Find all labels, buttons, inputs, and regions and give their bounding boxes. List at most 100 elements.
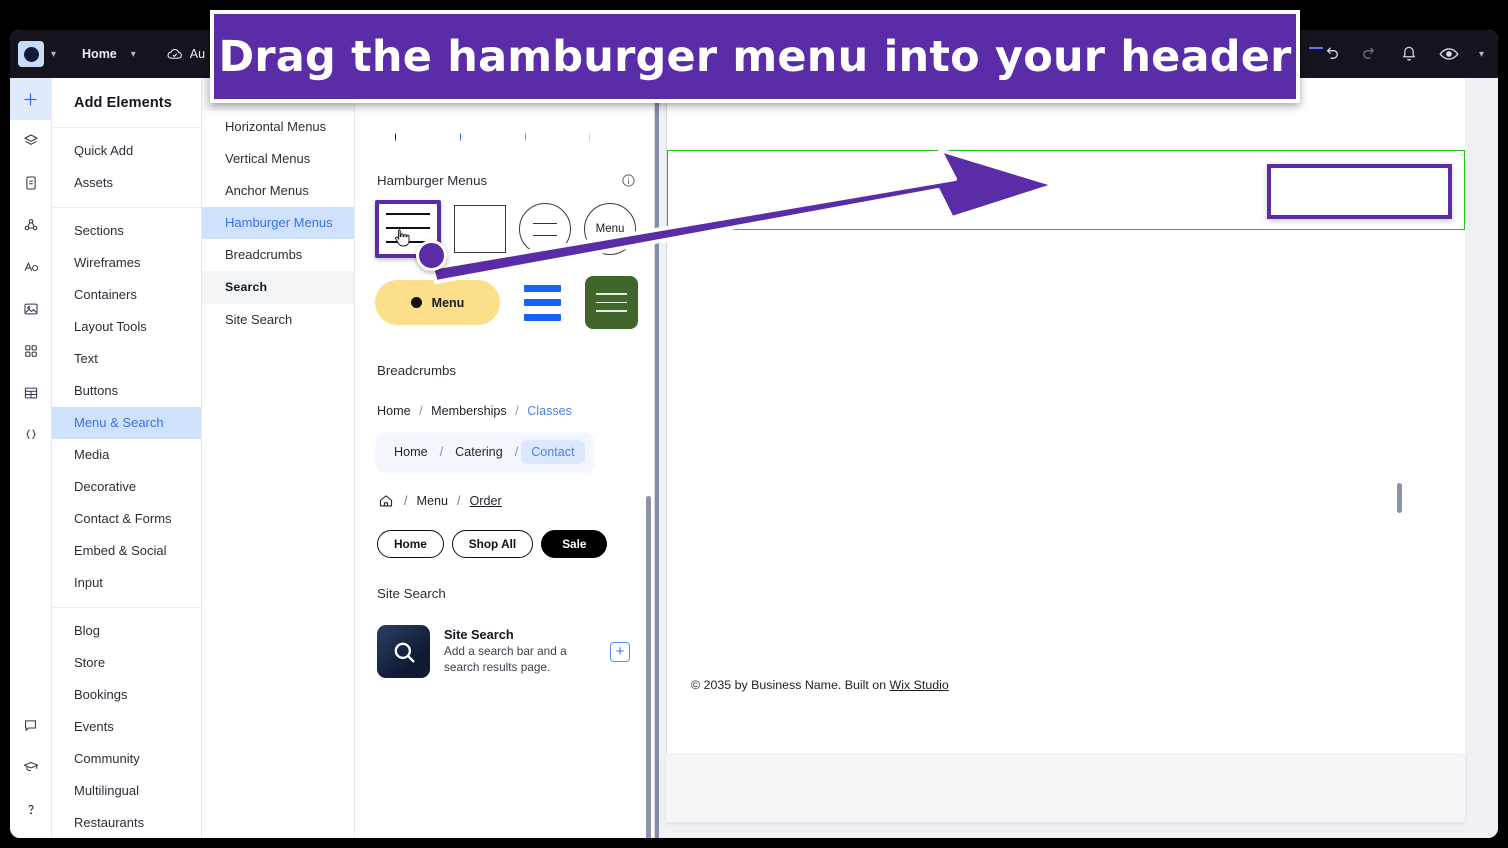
category-item-restaurants[interactable]: Restaurants — [52, 807, 201, 838]
breadcrumb-separator: / — [457, 494, 461, 508]
drag-origin-dot[interactable] — [416, 240, 447, 271]
subcategory-item-site-search[interactable]: Site Search — [202, 304, 354, 336]
breadcrumb-variant-home-icon[interactable]: / Menu / Order — [377, 492, 654, 510]
breadcrumb-variant-chip[interactable]: Home / Catering / Contact — [377, 433, 593, 471]
category-item-multilingual[interactable]: Multilingual — [52, 775, 201, 807]
hamburger-thumb-4[interactable]: Menu — [584, 203, 636, 255]
layers-icon — [23, 134, 38, 145]
bullet-dot-icon — [410, 297, 422, 308]
breadcrumb-variant-pills[interactable]: Home Shop All Sale — [377, 530, 654, 558]
category-item-quick-add[interactable]: Quick Add — [52, 135, 201, 167]
site-canvas-page[interactable]: © 2035 by Business Name. Built on Wix St… — [666, 78, 1465, 782]
category-item-decorative[interactable]: Decorative — [52, 471, 201, 503]
autosave-label: Au — [189, 47, 206, 61]
breadcrumb-pill: Shop All — [451, 530, 534, 558]
eye-icon[interactable] — [1438, 43, 1460, 65]
rail-item-table[interactable] — [10, 372, 52, 414]
color-dot-1[interactable] — [395, 133, 396, 141]
rail-item-media[interactable] — [10, 288, 52, 330]
breadcrumb-pill-active: Sale — [541, 530, 608, 558]
site-search-list-item[interactable]: Site Search Add a search bar and a searc… — [377, 625, 654, 678]
breadcrumb-separator: / — [404, 494, 408, 508]
rail-item-learn[interactable] — [10, 746, 52, 788]
bell-icon[interactable] — [1399, 44, 1419, 64]
canvas-scrollbar-thumb[interactable] — [1397, 483, 1402, 513]
breadcrumb-item: Memberships — [431, 404, 507, 418]
category-item-layout-tools[interactable]: Layout Tools — [52, 311, 201, 343]
canvas-footer-band — [666, 754, 1465, 822]
panel-title: Add Elements — [74, 95, 172, 111]
add-site-search-button[interactable]: + — [610, 641, 630, 662]
category-item-events[interactable]: Events — [52, 711, 201, 743]
category-item-store[interactable]: Store — [52, 647, 201, 679]
rail-item-dev-mode[interactable] — [10, 414, 52, 456]
subcategory-item-breadcrumbs[interactable]: Breadcrumbs — [202, 239, 354, 271]
table-icon — [24, 387, 37, 399]
hamburger-thumb-green[interactable] — [585, 276, 638, 329]
subcategory-item-anchor-menus[interactable]: Anchor Menus — [202, 175, 354, 207]
site-search-item-title: Site Search — [444, 627, 514, 643]
autosave-status: Au — [166, 45, 205, 63]
color-dot-3[interactable] — [524, 133, 526, 141]
screenshot-root: ▾ Home ▾ Au ▾ Add Elements Quick Add Ass… — [0, 0, 1508, 848]
breadcrumb-item: Catering — [455, 445, 503, 459]
category-item-bookings[interactable]: Bookings — [52, 679, 201, 711]
category-item-community[interactable]: Community — [52, 743, 201, 775]
category-groups: Quick Add Assets Sections Wireframes Contain… — [52, 127, 201, 838]
header-section-outline[interactable] — [667, 150, 1465, 230]
category-item-wireframes[interactable]: Wireframes — [52, 247, 201, 279]
hamburger-menus-heading: Hamburger Menus — [377, 173, 488, 188]
cms-icon — [24, 218, 37, 231]
hamburger-thumb-blue[interactable] — [524, 284, 561, 321]
category-item-text[interactable]: Text — [52, 343, 201, 375]
color-dot-4[interactable] — [589, 133, 590, 141]
breadcrumb-variant-plain[interactable]: Home / Memberships / Classes — [377, 404, 654, 418]
breadcrumb-item-current: Order — [469, 494, 502, 508]
panel-scrollbar-thumb[interactable] — [646, 496, 651, 838]
category-item-contact-forms[interactable]: Contact & Forms — [52, 503, 201, 535]
category-item-blog[interactable]: Blog — [52, 615, 201, 647]
canvas-left-scrollbar[interactable] — [655, 78, 659, 838]
category-item-buttons[interactable]: Buttons — [52, 375, 201, 407]
rail-item-help[interactable] — [10, 788, 52, 830]
subcategory-item-horizontal-menus[interactable]: Horizontal Menus — [202, 111, 354, 143]
hamburger-thumb-2[interactable] — [454, 205, 506, 253]
category-item-menu-search[interactable]: Menu & Search — [52, 407, 201, 439]
callout-text: Drag the hamburger menu into your header — [218, 31, 1292, 82]
editor-window: ▾ Home ▾ Au ▾ Add Elements Quick Add Ass… — [10, 30, 1498, 838]
subcategory-item-hamburger-menus[interactable]: Hamburger Menus — [202, 207, 354, 239]
site-footer-text: © 2035 by Business Name. Built on Wix St… — [691, 678, 949, 692]
site-menu-chevron-down-icon[interactable]: ▾ — [51, 49, 56, 60]
category-item-input[interactable]: Input — [52, 567, 201, 599]
rail-item-apps[interactable] — [10, 330, 52, 372]
footer-link[interactable]: Wix Studio — [890, 678, 949, 692]
hamburger-thumb-3[interactable] — [519, 203, 571, 255]
hand-cursor-icon — [395, 229, 410, 247]
preview-chevron-down-icon[interactable]: ▾ — [1479, 49, 1484, 60]
undo-icon[interactable] — [1321, 44, 1341, 64]
redo-icon[interactable] — [1360, 44, 1380, 64]
hamburger-thumb-yellow[interactable]: Menu — [375, 280, 500, 325]
callout-banner: Drag the hamburger menu into your header — [210, 10, 1300, 103]
subcategory-item-vertical-menus[interactable]: Vertical Menus — [202, 143, 354, 175]
page-selector-chevron-down-icon[interactable]: ▾ — [131, 49, 136, 60]
breadcrumb-pill: Home — [377, 530, 444, 558]
category-item-media[interactable]: Media — [52, 439, 201, 471]
category-item-embed-social[interactable]: Embed & Social — [52, 535, 201, 567]
category-item-sections[interactable]: Sections — [52, 215, 201, 247]
rail-item-chat[interactable] — [10, 704, 52, 746]
rail-item-cms[interactable] — [10, 204, 52, 246]
category-item-containers[interactable]: Containers — [52, 279, 201, 311]
category-item-assets[interactable]: Assets — [52, 167, 201, 199]
info-circle-icon[interactable] — [621, 173, 636, 188]
page-selector-label[interactable]: Home — [82, 47, 117, 61]
rail-item-pages[interactable] — [10, 162, 52, 204]
canvas-area: © 2035 by Business Name. Built on Wix St… — [655, 78, 1498, 838]
rail-item-add-elements[interactable] — [10, 78, 52, 120]
rail-item-layers[interactable] — [10, 120, 52, 162]
rail-item-site-styles[interactable] — [10, 246, 52, 288]
wix-logo-icon[interactable] — [18, 41, 44, 67]
color-dot-2[interactable] — [459, 133, 461, 141]
drop-target-highlight[interactable] — [1267, 164, 1452, 219]
text-theme-icon — [24, 261, 38, 272]
